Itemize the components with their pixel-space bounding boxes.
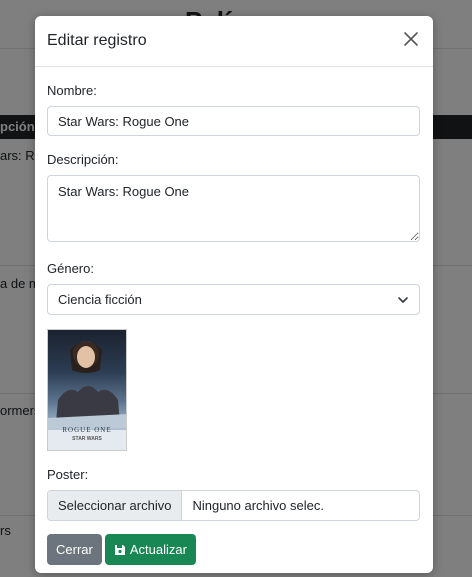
edit-modal: Editar registro Nombre: Descripción: Sta…: [35, 16, 433, 573]
nombre-input[interactable]: [47, 106, 420, 136]
poster-image: ROGUE ONE STAR WARS: [47, 329, 127, 451]
update-button[interactable]: Actualizar: [104, 534, 196, 565]
poster-label: Poster:: [47, 467, 89, 482]
poster-file-input[interactable]: Seleccionar archivo Ninguno archivo sele…: [47, 490, 420, 521]
genero-select-value: Ciencia ficción: [58, 292, 142, 307]
modal-title: Editar registro: [47, 32, 147, 49]
descripcion-textarea[interactable]: Star Wars: Rogue One: [47, 175, 420, 242]
descripcion-label: Descripción:: [47, 152, 119, 167]
poster-title: ROGUE ONE: [62, 426, 112, 434]
genero-label: Género:: [47, 261, 94, 276]
save-icon: [114, 544, 125, 555]
close-button[interactable]: [401, 30, 421, 50]
modal-header: Editar registro: [35, 16, 433, 67]
file-status: Ninguno archivo selec.: [192, 498, 324, 513]
close-modal-button[interactable]: Cerrar: [47, 534, 102, 565]
close-icon: [404, 31, 418, 46]
select-file-button[interactable]: Seleccionar archivo: [48, 491, 183, 520]
modal-actions: Cerrar Actualizar: [47, 534, 421, 565]
update-button-label: Actualizar: [129, 542, 187, 557]
poster-subtitle: STAR WARS: [72, 436, 102, 442]
genero-select[interactable]: Ciencia ficción: [47, 284, 420, 315]
nombre-label: Nombre:: [47, 83, 97, 98]
modal-body: Nombre: Descripción: Star Wars: Rogue On…: [35, 83, 433, 565]
chevron-down-icon: [398, 296, 408, 303]
